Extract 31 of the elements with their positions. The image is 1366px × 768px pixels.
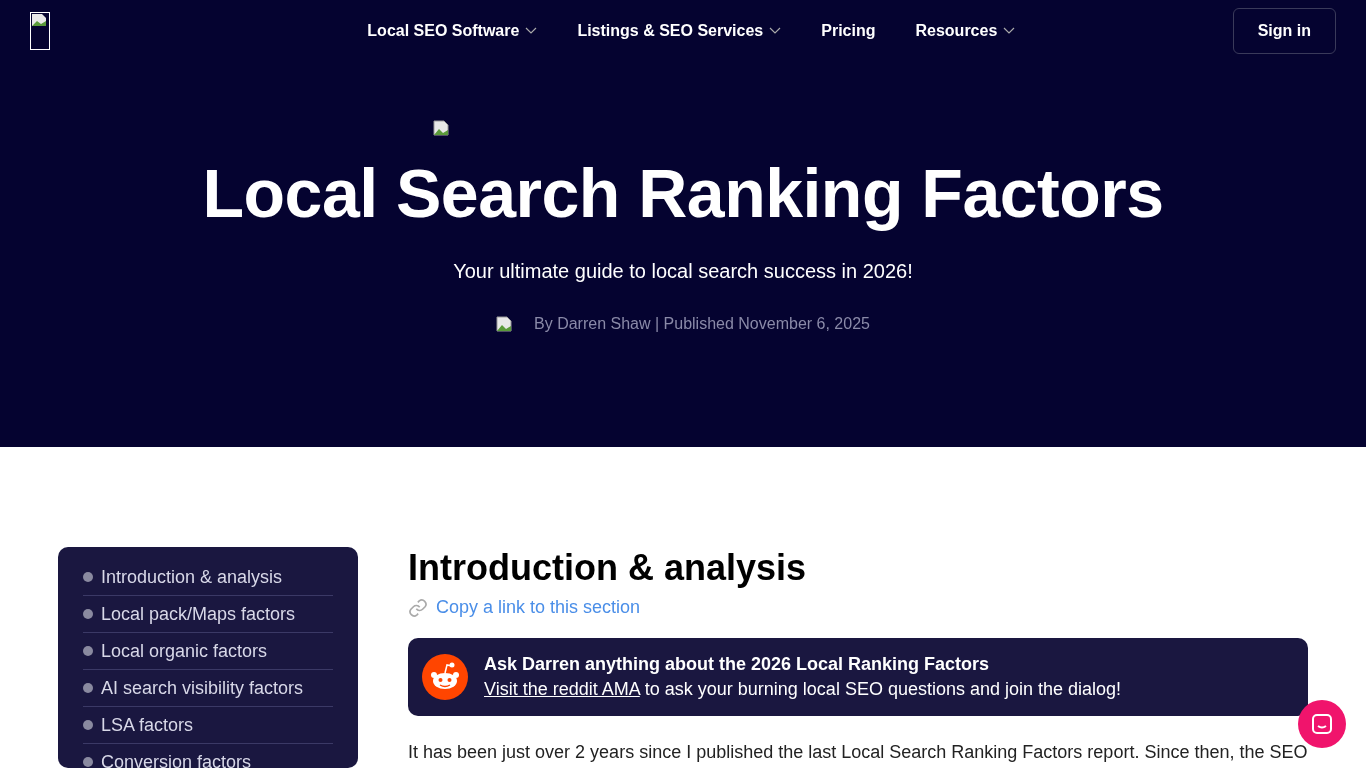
reddit-alien-icon (422, 654, 468, 700)
bullet-icon (83, 609, 93, 619)
sign-in-button[interactable]: Sign in (1232, 8, 1336, 54)
chat-icon (1310, 712, 1334, 736)
callout-text: Visit the reddit AMA to ask your burning local SEO questions and join the dialog! (484, 679, 1122, 700)
toc-link[interactable]: Introduction & analysis (83, 559, 333, 596)
nav-link[interactable]: Pricing (821, 22, 876, 40)
section-heading: Introduction & analysis (408, 547, 808, 589)
callout-title: Ask Darren anything about the 2026 Local Ranking Factors (484, 654, 991, 675)
bullet-icon (83, 757, 93, 767)
broken-image-icon (433, 120, 449, 136)
bullet-icon (83, 683, 93, 693)
intro-paragraph: It has been just over 2 years since I published the last Local Search Ranking Factors report. Since then, the SEO (408, 742, 1308, 763)
toc-link[interactable]: AI search visibility factors (83, 670, 333, 707)
toc-link[interactable]: Conversion factors (83, 744, 333, 768)
bullet-icon (83, 572, 93, 582)
toc-link[interactable]: Local organic factors (83, 633, 333, 670)
reddit-ama-link[interactable]: Visit the reddit AMA (484, 679, 640, 699)
toc-link[interactable]: Local pack/Maps factors (83, 596, 333, 633)
page-subtitle: Your ultimate guide to local search success in 2026! (452, 260, 914, 283)
bullet-icon (83, 720, 93, 730)
author-byline: By Darren Shaw | Published November 6, 2025 (534, 315, 870, 333)
broken-image-icon (496, 316, 513, 332)
bullet-icon (83, 646, 93, 656)
nav-link[interactable]: Local SEO Software (367, 22, 538, 40)
toc-link[interactable]: LSA factors (83, 707, 333, 744)
nav-link[interactable]: Listings & SEO Services (577, 22, 782, 40)
nav-link[interactable]: Resources (915, 22, 1016, 40)
link-icon (408, 597, 428, 618)
logo-placeholder-icon[interactable] (30, 12, 50, 50)
page-title: Local Search Ranking Factors (201, 154, 1165, 232)
